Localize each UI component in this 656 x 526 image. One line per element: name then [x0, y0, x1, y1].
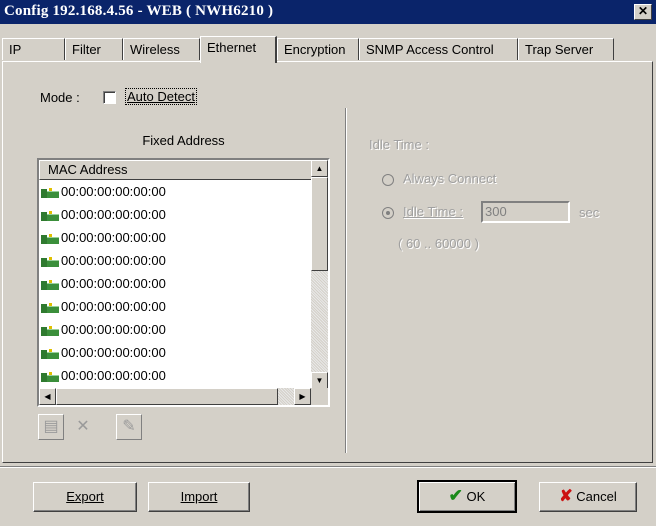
properties-button[interactable]: ▤	[38, 414, 64, 440]
list-item[interactable]: 00:00:00:00:00:00	[41, 365, 166, 387]
mac-address: 00:00:00:00:00:00	[61, 345, 166, 360]
list-item[interactable]: 00:00:00:00:00:00	[41, 319, 166, 341]
edit-icon: ✎	[122, 418, 136, 435]
horizontal-scrollbar[interactable]: ◀ ▶	[39, 388, 311, 405]
close-button[interactable]: ✕	[634, 4, 652, 20]
mac-address: 00:00:00:00:00:00	[61, 322, 166, 337]
export-label: Export	[66, 489, 104, 504]
list-item[interactable]: 00:00:00:00:00:00	[41, 227, 166, 249]
network-card-icon	[41, 279, 59, 290]
delete-button[interactable]: ✕	[70, 414, 96, 440]
delete-icon: ✕	[76, 418, 90, 435]
scroll-corner	[311, 388, 328, 405]
tab-encryption[interactable]: Encryption	[277, 38, 359, 60]
export-button[interactable]: Export	[33, 482, 137, 512]
tab-filter[interactable]: Filter	[65, 38, 123, 60]
idle-time-radio[interactable]	[382, 207, 394, 219]
close-icon: ✕	[637, 4, 649, 18]
scroll-down-button[interactable]: ▼	[311, 372, 328, 389]
mac-address-list[interactable]: MAC Address 00:00:00:00:00:00 00:00:00:0…	[37, 158, 330, 407]
window-title: Config 192.168.4.56 - WEB ( NWH6210 )	[4, 3, 274, 19]
tab-label: Wireless	[130, 42, 180, 57]
mac-address: 00:00:00:00:00:00	[61, 230, 166, 245]
cancel-label: Cancel	[576, 489, 617, 504]
column-header-mac-address[interactable]: MAC Address	[39, 160, 314, 180]
network-card-icon	[41, 302, 59, 313]
import-button[interactable]: Import	[148, 482, 250, 512]
import-label: Import	[180, 489, 218, 504]
cancel-button[interactable]: ✘ Cancel	[539, 482, 637, 512]
always-connect-radio[interactable]	[382, 174, 394, 186]
cancel-x-icon: ✘	[559, 488, 573, 505]
mac-address: 00:00:00:00:00:00	[61, 368, 166, 383]
fixed-address-title: Fixed Address	[142, 133, 225, 148]
network-card-icon	[41, 187, 59, 198]
mac-address: 00:00:00:00:00:00	[61, 184, 166, 199]
properties-icon: ▤	[43, 418, 59, 435]
idle-time-group-label: Idle Time :	[369, 137, 429, 152]
list-item[interactable]: 00:00:00:00:00:00	[41, 342, 166, 364]
edit-button[interactable]: ✎	[116, 414, 142, 440]
tab-label: IP	[9, 42, 22, 57]
network-card-icon	[41, 348, 59, 359]
list-item[interactable]: 00:00:00:00:00:00	[41, 250, 166, 272]
network-card-icon	[41, 256, 59, 267]
tab-label: Ethernet	[207, 40, 257, 55]
network-card-icon	[41, 325, 59, 336]
idle-time-unit: sec	[579, 205, 600, 220]
list-item[interactable]: 00:00:00:00:00:00	[41, 204, 166, 226]
tab-label: Trap Server	[525, 42, 594, 57]
mac-address: 00:00:00:00:00:00	[61, 253, 166, 268]
list-item[interactable]: 00:00:00:00:00:00	[41, 181, 166, 203]
vertical-scrollbar[interactable]: ▲ ▼	[311, 160, 328, 389]
ok-button[interactable]: ✔ OK	[417, 480, 517, 513]
idle-time-input[interactable]: 300	[481, 201, 570, 223]
bottom-separator	[0, 466, 656, 468]
title-bar: Config 192.168.4.56 - WEB ( NWH6210 ) ✕	[0, 0, 656, 24]
tab-label: Filter	[72, 42, 101, 57]
idle-time-range: ( 60 .. 60000 )	[398, 236, 479, 251]
list-item[interactable]: 00:00:00:00:00:00	[41, 273, 166, 295]
vertical-divider	[345, 108, 347, 453]
scroll-right-button[interactable]: ▶	[294, 388, 311, 405]
mac-address: 00:00:00:00:00:00	[61, 276, 166, 291]
tab-wireless[interactable]: Wireless	[123, 38, 200, 60]
tab-ip[interactable]: IP	[2, 38, 65, 60]
scroll-left-button[interactable]: ◀	[39, 388, 56, 405]
tab-snmp-access-control[interactable]: SNMP Access Control	[359, 38, 518, 60]
scroll-up-button[interactable]: ▲	[311, 160, 328, 177]
mode-label: Mode :	[40, 90, 80, 105]
tab-ethernet[interactable]: Ethernet	[200, 36, 277, 63]
always-connect-label[interactable]: Always Connect	[403, 171, 496, 186]
ok-label: OK	[466, 489, 486, 504]
auto-detect-checkbox[interactable]	[103, 91, 116, 104]
tab-trap-server[interactable]: Trap Server	[518, 38, 614, 60]
mac-address: 00:00:00:00:00:00	[61, 207, 166, 222]
hscroll-thumb[interactable]	[56, 388, 278, 405]
network-card-icon	[41, 210, 59, 221]
mac-address: 00:00:00:00:00:00	[61, 299, 166, 314]
network-card-icon	[41, 233, 59, 244]
check-icon: ✔	[448, 486, 463, 505]
idle-time-label[interactable]: Idle Time :	[403, 204, 463, 219]
tab-label: Encryption	[284, 42, 346, 57]
list-item[interactable]: 00:00:00:00:00:00	[41, 296, 166, 318]
tab-label: SNMP Access Control	[366, 42, 494, 57]
tab-strip: IP Filter Wireless Ethernet Encryption S…	[2, 36, 654, 63]
auto-detect-label[interactable]: Auto Detect	[125, 88, 197, 105]
scroll-thumb[interactable]	[311, 177, 328, 271]
network-card-icon	[41, 371, 59, 382]
